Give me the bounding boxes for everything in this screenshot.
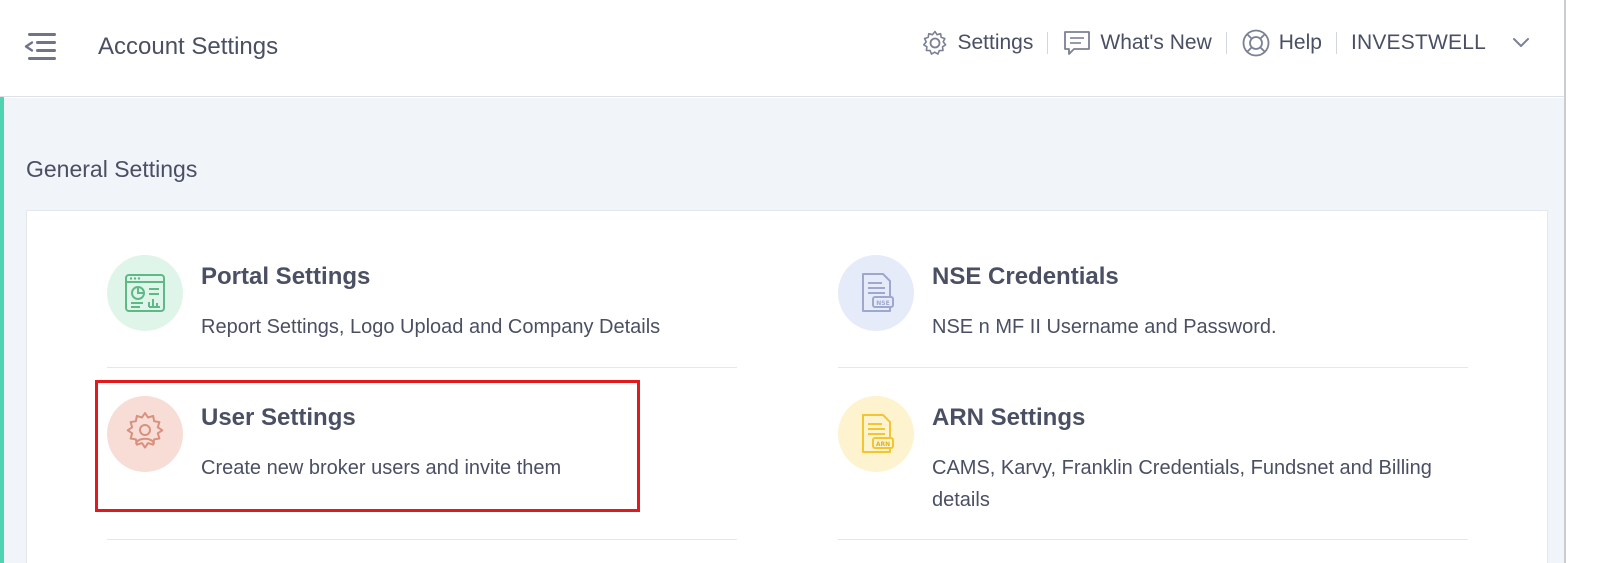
nse-credentials-item[interactable]: NSE NSE Credentials NSE n MF II Username… [838, 255, 1478, 355]
chevron-down-icon [1512, 37, 1530, 49]
nav-divider [1335, 32, 1337, 54]
section-title: General Settings [26, 156, 198, 182]
main-content: General Settings Portal Settings Report … [4, 98, 1564, 563]
setting-description: Create new broker users and invite them [201, 457, 562, 479]
nav-help[interactable]: Help [1241, 28, 1322, 58]
setting-title: Portal Settings [201, 263, 371, 290]
setting-title: User Settings [201, 404, 356, 431]
arn-settings-item[interactable]: ARN ARN Settings CAMS, Karvy, Franklin C… [838, 396, 1478, 526]
nse-document-icon: NSE [838, 255, 914, 331]
row-divider [838, 539, 1468, 540]
gear-icon [921, 29, 949, 57]
nav-help-label: Help [1278, 31, 1322, 54]
scrollbar[interactable] [1564, 0, 1566, 563]
top-header: Account Settings Settings What's New Hel… [0, 0, 1564, 97]
scrollbar-track[interactable] [1564, 0, 1600, 563]
nav-divider [1225, 32, 1227, 54]
nav-settings[interactable]: Settings [921, 29, 1033, 57]
row-divider [107, 367, 737, 368]
top-nav: Settings What's New Help INVESTWELL [921, 25, 1530, 61]
row-divider [107, 539, 737, 540]
account-name: INVESTWELL [1350, 31, 1486, 54]
app-frame: Account Settings Settings What's New Hel… [0, 0, 1600, 563]
portal-settings-item[interactable]: Portal Settings Report Settings, Logo Up… [107, 255, 727, 355]
user-gear-icon [107, 396, 183, 472]
nav-whats-new-label: What's New [1100, 31, 1212, 54]
settings-card: Portal Settings Report Settings, Logo Up… [26, 210, 1548, 563]
lifebuoy-icon [1241, 28, 1271, 58]
setting-description: NSE n MF II Username and Password. [932, 316, 1277, 338]
nav-divider [1047, 32, 1049, 54]
setting-title: ARN Settings [932, 404, 1086, 431]
row-divider [838, 367, 1468, 368]
setting-description: Report Settings, Logo Upload and Company… [201, 316, 661, 338]
svg-text:NSE: NSE [876, 300, 889, 307]
nav-settings-label: Settings [957, 31, 1034, 54]
nav-whats-new[interactable]: What's New [1062, 29, 1212, 57]
setting-title: NSE Credentials [932, 263, 1119, 290]
arn-document-icon: ARN [838, 396, 914, 472]
portal-dashboard-icon [107, 255, 183, 331]
setting-description: CAMS, Karvy, Franklin Credentials, Funds… [932, 457, 1432, 511]
menu-collapse-icon[interactable] [22, 31, 60, 65]
chat-message-icon [1062, 29, 1092, 57]
svg-text:ARN: ARN [876, 441, 890, 448]
account-menu[interactable]: INVESTWELL [1351, 31, 1530, 55]
user-settings-item[interactable]: User Settings Create new broker users an… [107, 396, 667, 496]
page-title: Account Settings [98, 33, 279, 60]
